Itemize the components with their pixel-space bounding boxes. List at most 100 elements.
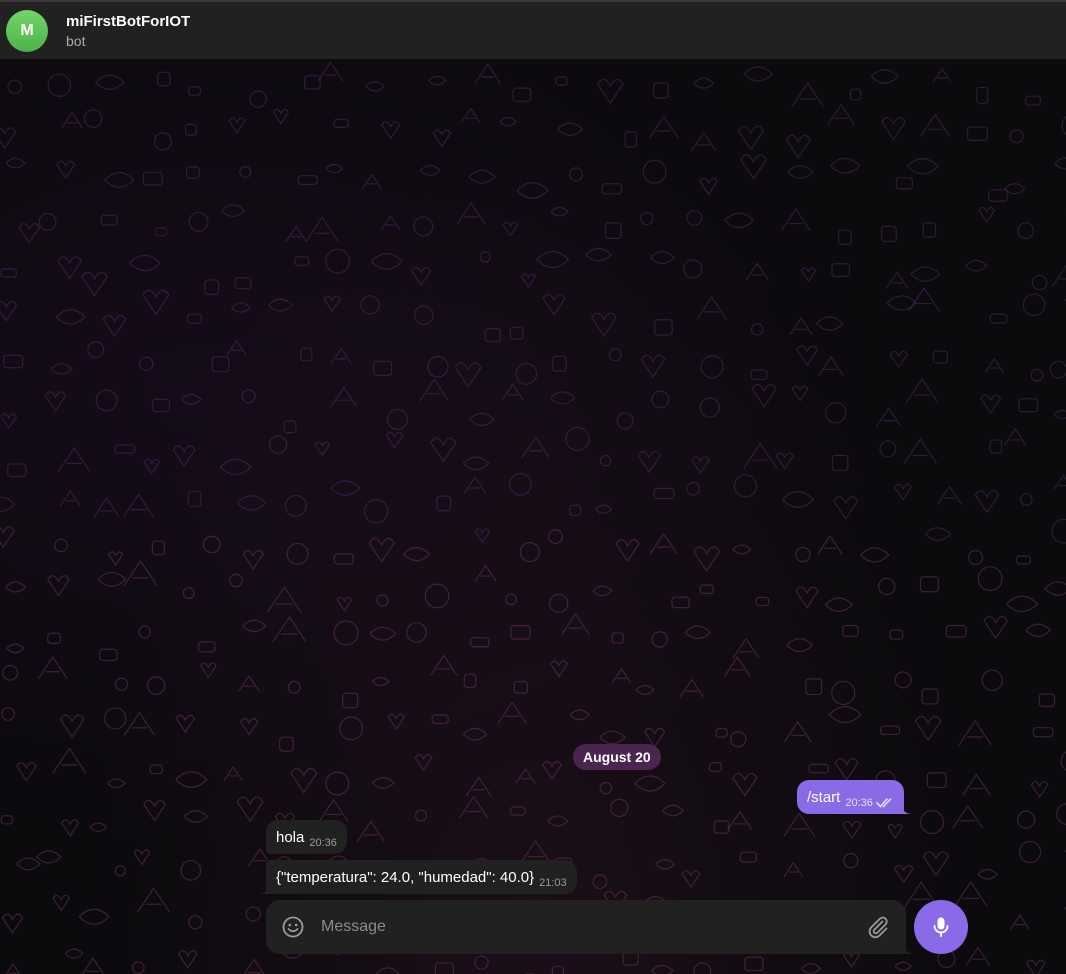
pattern-doodle bbox=[465, 776, 492, 797]
pattern-doodle bbox=[780, 208, 811, 232]
pattern-doodle bbox=[981, 669, 1003, 691]
pattern-doodle bbox=[509, 472, 532, 496]
pattern-doodle bbox=[149, 764, 163, 775]
pattern-doodle bbox=[894, 671, 912, 689]
message-outgoing[interactable]: /start 20:36 bbox=[797, 780, 911, 814]
pattern-doodle bbox=[693, 962, 712, 974]
message-incoming[interactable]: {"temperatura": 24.0, "humedad": 40.0} 2… bbox=[259, 860, 577, 894]
pattern-doodle bbox=[724, 656, 751, 677]
pattern-doodle bbox=[283, 420, 297, 434]
pattern-doodle bbox=[1054, 157, 1066, 170]
pattern-doodle bbox=[966, 126, 989, 141]
pattern-doodle bbox=[977, 868, 998, 880]
pattern-doodle bbox=[54, 538, 68, 553]
date-separator[interactable]: August 20 bbox=[573, 744, 661, 770]
pattern-doodle bbox=[484, 328, 501, 343]
pattern-doodle bbox=[57, 256, 82, 280]
pattern-doodle bbox=[239, 165, 252, 178]
pattern-doodle bbox=[889, 350, 908, 369]
pattern-doodle bbox=[684, 625, 712, 640]
pattern-doodle bbox=[681, 870, 701, 889]
pattern-doodle bbox=[228, 117, 246, 134]
pattern-doodle bbox=[356, 820, 385, 842]
avatar[interactable]: M bbox=[6, 9, 48, 52]
pattern-doodle bbox=[370, 253, 404, 270]
pattern-doodle bbox=[431, 714, 449, 725]
pattern-doodle bbox=[732, 772, 758, 797]
pattern-doodle bbox=[829, 157, 861, 174]
pattern-doodle bbox=[1022, 293, 1046, 317]
pattern-doodle bbox=[952, 804, 984, 829]
pattern-doodle bbox=[889, 629, 904, 640]
pattern-doodle bbox=[198, 641, 216, 653]
pattern-doodle bbox=[386, 408, 408, 431]
pattern-doodle bbox=[945, 624, 967, 638]
pattern-doodle bbox=[744, 956, 764, 972]
pattern-doodle bbox=[330, 386, 358, 407]
chat-background-pattern bbox=[0, 0, 1066, 974]
pattern-doodle bbox=[93, 497, 120, 518]
pattern-doodle bbox=[184, 123, 197, 136]
pattern-doodle bbox=[679, 678, 704, 698]
chat-info[interactable]: miFirstBotForIOT bot bbox=[66, 12, 190, 50]
pattern-doodle bbox=[1030, 781, 1049, 799]
message-time: 20:36 bbox=[845, 796, 873, 809]
pattern-doodle bbox=[686, 209, 703, 226]
pattern-doodle bbox=[924, 527, 952, 541]
pattern-doodle bbox=[708, 762, 722, 772]
emoji-button[interactable] bbox=[281, 915, 305, 939]
pattern-doodle bbox=[231, 302, 251, 313]
message-incoming[interactable]: hola 20:36 bbox=[266, 820, 347, 854]
pattern-doodle bbox=[651, 964, 674, 974]
pattern-doodle bbox=[402, 546, 431, 562]
pattern-doodle bbox=[239, 718, 259, 736]
pattern-doodle bbox=[385, 431, 404, 449]
pattern-doodle bbox=[655, 859, 676, 870]
pattern-doodle bbox=[406, 622, 427, 643]
pattern-doodle bbox=[387, 713, 406, 731]
pattern-doodle bbox=[922, 222, 937, 238]
attach-button[interactable] bbox=[865, 914, 891, 940]
pattern-doodle bbox=[268, 435, 288, 454]
pattern-doodle bbox=[732, 637, 760, 659]
pattern-doodle bbox=[226, 339, 247, 356]
pattern-doodle bbox=[730, 731, 747, 748]
voice-record-button[interactable] bbox=[914, 900, 968, 954]
pattern-doodle bbox=[7, 79, 23, 95]
pattern-doodle bbox=[984, 357, 1005, 373]
pattern-doodle bbox=[914, 715, 942, 742]
pattern-doodle bbox=[906, 157, 939, 175]
pattern-doodle bbox=[287, 680, 301, 694]
pattern-doodle bbox=[188, 915, 203, 930]
pattern-doodle bbox=[615, 539, 640, 563]
chat-header[interactable]: M miFirstBotForIOT bot bbox=[0, 0, 1066, 59]
pattern-doodle bbox=[542, 293, 566, 316]
pattern-doodle bbox=[268, 298, 294, 312]
pattern-doodle bbox=[330, 480, 361, 496]
message-input[interactable] bbox=[321, 912, 865, 942]
pattern-doodle bbox=[513, 680, 528, 694]
pattern-doodle bbox=[413, 216, 434, 237]
pattern-doodle bbox=[983, 615, 1009, 640]
pattern-doodle bbox=[360, 295, 380, 315]
pattern-doodle bbox=[842, 820, 862, 840]
pattern-doodle bbox=[463, 673, 477, 689]
pattern-doodle bbox=[654, 319, 673, 336]
pattern-doodle bbox=[743, 442, 778, 469]
pattern-doodle bbox=[60, 819, 80, 837]
pattern-doodle bbox=[1015, 555, 1032, 565]
pattern-doodle bbox=[1009, 129, 1024, 144]
pattern-doodle bbox=[175, 771, 208, 788]
pattern-doodle bbox=[333, 620, 359, 646]
pattern-doodle bbox=[238, 674, 260, 692]
pattern-doodle bbox=[138, 625, 152, 639]
pattern-doodle bbox=[294, 256, 310, 267]
pattern-doodle bbox=[700, 355, 724, 379]
pattern-doodle bbox=[699, 177, 718, 196]
pattern-doodle bbox=[922, 851, 950, 877]
message-time: 21:03 bbox=[539, 876, 567, 889]
pattern-doodle bbox=[157, 71, 171, 87]
pattern-doodle bbox=[175, 714, 196, 734]
pattern-doodle bbox=[550, 206, 569, 217]
pattern-doodle bbox=[791, 385, 809, 402]
